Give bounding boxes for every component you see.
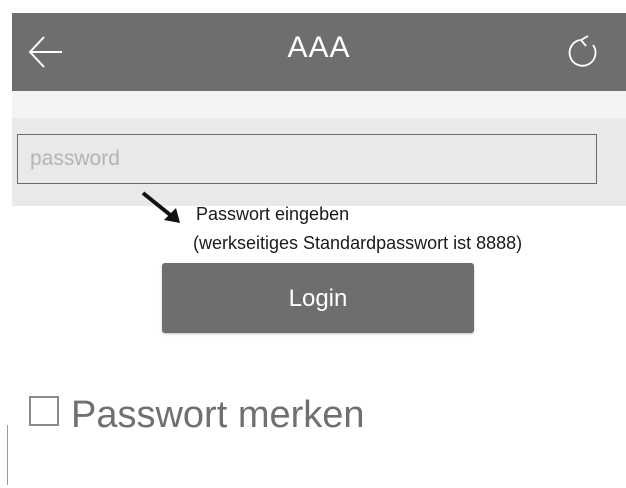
page-title: AAA xyxy=(287,31,351,64)
annotation-arrow-icon xyxy=(141,191,180,223)
header-bar: AAA xyxy=(12,13,626,91)
refresh-icon[interactable] xyxy=(566,33,602,71)
arrow-left-icon[interactable] xyxy=(26,33,64,71)
password-hint: Passwort eingeben xyxy=(196,204,350,224)
remember-password-checkbox[interactable] xyxy=(29,396,59,426)
divider xyxy=(7,425,8,485)
remember-password-label: Passwort merken xyxy=(71,393,365,436)
default-password-hint: (werkseitiges Standardpasswort ist 8888) xyxy=(193,233,523,253)
remember-password-option[interactable]: Passwort merken xyxy=(29,390,365,440)
app-screen: AAA Passwort eingeben (werkseitiges Stan… xyxy=(0,0,626,488)
login-button[interactable]: Login xyxy=(162,263,474,333)
password-input[interactable] xyxy=(17,134,597,184)
